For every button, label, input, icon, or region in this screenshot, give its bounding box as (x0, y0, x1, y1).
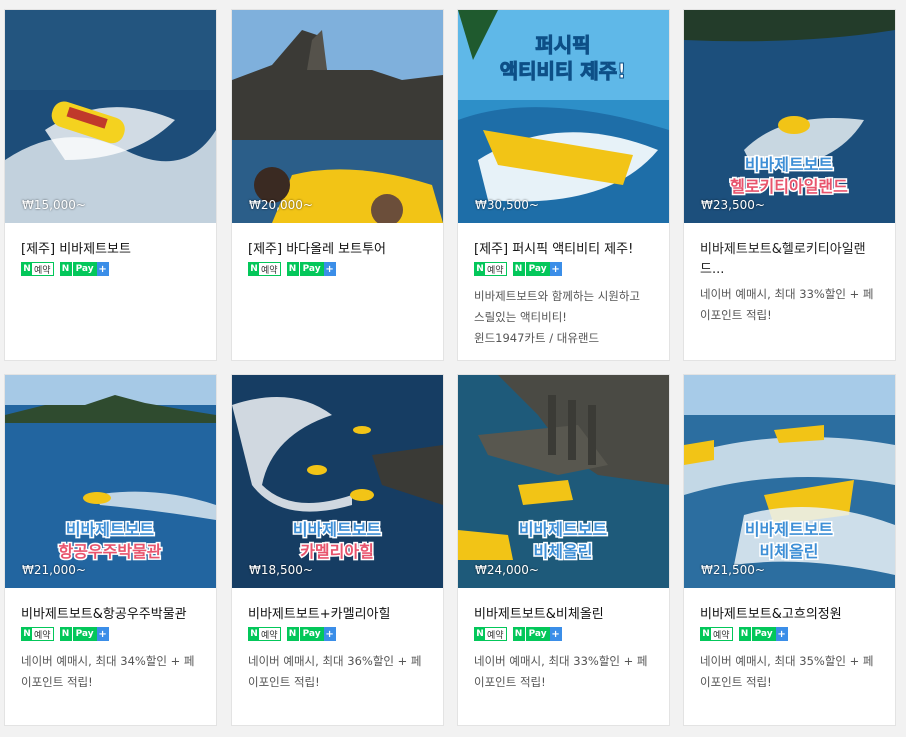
naver-reserve-badge: N 예약 (248, 262, 281, 276)
product-description: 네이버 예매시, 최대 34%할인 + 페 이포인트 적립! (21, 654, 195, 689)
overlay-line1: 비바제트보트 (293, 520, 382, 539)
product-title[interactable]: [제주] 바다올레 보트투어 (248, 240, 433, 260)
naver-pay-badge: N Pay + (738, 627, 788, 641)
badge-row: N 예약 N Pay + (700, 627, 885, 641)
product-card[interactable]: 퍼시픽 액티비티 제주! ₩30,500~ [제주] 퍼시픽 액티비티 제주! … (457, 9, 670, 361)
overlay-line1: 비바제트보트 (745, 520, 834, 539)
product-card[interactable]: 비바제트보트 비체올린 ₩21,500~ 비바제트보트&고흐의정원 N 예약 NP… (683, 374, 896, 726)
product-image[interactable]: 비바제트보트 비체올린 ₩21,500~ (684, 375, 895, 588)
overlay-line2: 카멜리아힐 (300, 542, 374, 561)
product-image[interactable]: ₩20,000~ (232, 10, 443, 223)
naver-reserve-badge: N 예약 (248, 627, 281, 641)
overlay-line1: 비바제트보트 (66, 520, 155, 539)
overlay-title-line2: 액티비티 제주! (500, 59, 626, 83)
badge-row: N 예약 N Pay + (474, 262, 659, 276)
naver-reserve-badge: N 예약 (474, 262, 507, 276)
naver-pay-badge: N Pay + (286, 262, 336, 276)
overlay-line2: 헬로키티아일랜드 (730, 177, 848, 196)
product-description: 네이버 예매시, 최대 33%할인 + 페 이포인트 적립! (474, 654, 648, 689)
naver-pay-badge: N Pay + (59, 627, 109, 641)
product-card[interactable]: 비바제트보트 카멜리아힐 ₩18,500~ 비바제트보트+카멜리아힐 N 예약 N… (231, 374, 444, 726)
price-label: ₩21,500~ (701, 563, 765, 577)
product-image[interactable]: 비바제트보트 카멜리아힐 ₩18,500~ (232, 375, 443, 588)
product-description: 네이버 예매시, 최대 33%할인 + 페 이포인트 적립! (700, 287, 874, 322)
naver-pay-badge: N Pay + (512, 627, 562, 641)
overlay-line1: 비바제트보트 (745, 155, 834, 174)
product-title[interactable]: [제주] 비바제트보트 (21, 240, 206, 260)
naver-pay-badge: N Pay + (286, 627, 336, 641)
product-title[interactable]: 비바제트보트&비체올린 (474, 605, 659, 625)
naver-reserve-badge: N 예약 (21, 627, 54, 641)
product-card[interactable]: 비바제트보트 헬로키티아일랜드 ₩23,500~ 비바제트보트&헬로키티아일랜 … (683, 9, 896, 361)
price-label: ₩18,500~ (249, 563, 313, 577)
product-card[interactable]: ₩20,000~ [제주] 바다올레 보트투어 N 예약 N Pay + (231, 9, 444, 361)
naver-reserve-badge: N 예약 (21, 262, 54, 276)
price-label: ₩24,000~ (475, 563, 539, 577)
badge-row: N 예약 N Pay + (248, 262, 433, 276)
price-label: ₩21,000~ (22, 563, 86, 577)
price-label: ₩15,000~ (22, 198, 86, 212)
naver-reserve-badge: N 예약 (700, 627, 733, 641)
price-label: ₩20,000~ (249, 198, 313, 212)
product-title[interactable]: 비바제트보트+카멜리아힐 (248, 605, 433, 625)
badge-row: N 예약 N Pay + (248, 627, 433, 641)
product-title[interactable]: 비바제트보트&항공우주박물관 (21, 605, 206, 625)
overlay-title-line1: 퍼시픽 (535, 33, 590, 57)
naver-pay-badge: N Pay + (59, 262, 109, 276)
product-title[interactable]: 비바제트보트&헬로키티아일랜 드... (700, 240, 885, 280)
price-label: ₩30,500~ (475, 198, 539, 212)
product-card[interactable]: ₩15,000~ [제주] 비바제트보트 N 예약 N Pay + (4, 9, 217, 361)
overlay-line2: 비체올린 (534, 542, 593, 561)
product-image[interactable]: 비바제트보트 헬로키티아일랜드 ₩23,500~ (684, 10, 895, 223)
overlay-line2: 항공우주박물관 (58, 542, 161, 561)
product-card[interactable]: 비바제트보트 비체올린 ₩24,000~ 비바제트보트&비체올린 N 예약 N Pa… (457, 374, 670, 726)
badge-row: N 예약 N Pay + (474, 627, 659, 641)
product-description: 비바제트보트와 함께하는 시원하고 스릴있는 액티비티! 윈드1947카트 / … (474, 289, 641, 345)
product-image[interactable]: 퍼시픽 액티비티 제주! ₩30,500~ (458, 10, 669, 223)
product-description: 네이버 예매시, 최대 36%할인 + 페 이포인트 적립! (248, 654, 422, 689)
product-title[interactable]: [제주] 퍼시픽 액티비티 제주! (474, 240, 659, 260)
overlay-line2: 비체올린 (760, 542, 819, 561)
product-image[interactable]: 비바제트보트 항공우주박물관 ₩21,000~ (5, 375, 216, 588)
product-description: 네이버 예매시, 최대 35%할인 + 페 이포인트 적립! (700, 654, 874, 689)
product-card[interactable]: 비바제트보트 항공우주박물관 ₩21,000~ 비바제트보트&항공우주박물관 N… (4, 374, 217, 726)
product-image[interactable]: 비바제트보트 비체올린 ₩24,000~ (458, 375, 669, 588)
product-image[interactable]: ₩15,000~ (5, 10, 216, 223)
badge-row: N 예약 N Pay + (21, 262, 206, 276)
product-title[interactable]: 비바제트보트&고흐의정원 (700, 605, 885, 625)
product-grid: ₩15,000~ [제주] 비바제트보트 N 예약 N Pay + ₩20,000~ (0, 0, 906, 737)
badge-row: N 예약 N Pay + (21, 627, 206, 641)
naver-reserve-badge: N 예약 (474, 627, 507, 641)
overlay-line1: 비바제트보트 (519, 520, 608, 539)
price-label: ₩23,500~ (701, 198, 765, 212)
naver-pay-badge: N Pay + (512, 262, 562, 276)
